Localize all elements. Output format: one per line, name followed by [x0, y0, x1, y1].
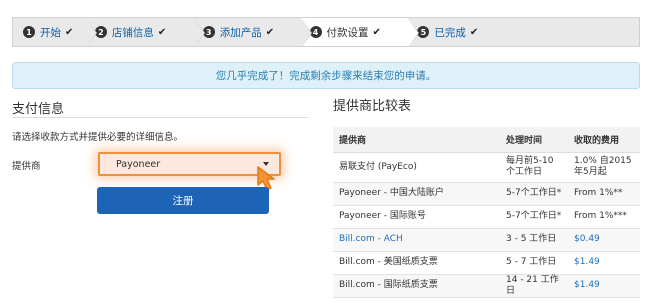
column-header: 收取的费用 — [568, 127, 640, 153]
table-row: Bill.com - ACH 3 - 5 工作日 $0.49 — [333, 228, 640, 252]
checkmark-icon: ✔ — [372, 26, 381, 38]
fee-cell: $1.49 — [568, 274, 640, 298]
time-cell: 5-7个工作日* — [500, 205, 568, 229]
step-add-product[interactable]: 3 添加产品 ✔ — [193, 18, 312, 46]
progress-steps: 1 开始 ✔ 2 店铺信息 ✔ 3 添加产品 ✔ 4 付款设置 ✔ 5 已完成 … — [12, 17, 640, 47]
step-label: 店铺信息 — [111, 26, 154, 39]
step-completed[interactable]: 5 已完成 ✔ — [407, 18, 639, 46]
time-cell: 5-7个工作日* — [500, 182, 568, 206]
register-button[interactable]: 注册 — [97, 187, 269, 214]
column-header: 处理时间 — [500, 127, 568, 153]
table-row: Bill.com - 美国纸质支票 5 - 7 工作日 $1.49 — [333, 251, 640, 275]
fee-cell: From 1%*** — [568, 205, 640, 229]
provider-cell: Payoneer - 中国大陆账户 — [333, 182, 500, 206]
provider-cell: Payoneer - 国际账号 — [333, 205, 500, 229]
step-label: 已完成 — [434, 26, 466, 39]
table-row: 易联支付 (PayEco) 每月前5-10个工作日 1.0% 自2015年5月起 — [333, 152, 640, 183]
time-cell: 3 - 5 工作日 — [500, 228, 568, 252]
step-shop-info[interactable]: 2 店铺信息 ✔ — [85, 18, 205, 46]
provider-cell: Bill.com - 美国纸质支票 — [333, 251, 500, 275]
checkmark-icon: ✔ — [469, 26, 479, 38]
table-row: Payoneer - 国际账号 5-7个工作日* From 1%*** — [333, 205, 640, 229]
provider-label: 提供商 — [12, 161, 41, 172]
step-label: 添加产品 — [219, 26, 262, 39]
provider-cell: Bill.com - 国际纸质支票 — [333, 274, 500, 298]
step-start[interactable]: 1 开始 ✔ — [13, 18, 97, 46]
fee-cell: From 1%** — [568, 182, 640, 206]
fee-cell: 1.0% 自2015年5月起 — [568, 152, 640, 183]
column-header: 提供商 — [333, 127, 500, 153]
time-cell: 14 - 21 工作日 — [500, 274, 568, 298]
table-row: Payoneer - 中国大陆账户 5-7个工作日* From 1%** — [333, 182, 640, 206]
provider-select-value: Payoneer — [116, 158, 161, 170]
payment-instructions: 请选择收款方式并提供必要的详细信息。 — [12, 132, 184, 143]
provider-comparison-table: 提供商 处理时间 收取的费用 易联支付 (PayEco) 每月前5-10个工作日… — [333, 127, 640, 298]
comparison-title: 提供商比较表 — [333, 99, 412, 114]
fee-cell: $1.49 — [568, 251, 640, 275]
step-label: 付款设置 — [326, 26, 369, 39]
info-alert: 您几乎完成了！完成剩余步骤来结束您的申请。 — [12, 62, 640, 89]
step-label: 开始 — [40, 26, 61, 39]
provider-cell: 易联支付 (PayEco) — [333, 152, 500, 183]
step-number: 1 — [23, 26, 35, 38]
time-cell: 每月前5-10个工作日 — [500, 152, 568, 183]
payment-info-title: 支付信息 — [12, 102, 65, 117]
table-row: Bill.com - 国际纸质支票 14 - 21 工作日 $1.49 — [333, 274, 640, 298]
checkmark-icon: ✔ — [265, 26, 275, 38]
time-cell: 5 - 7 工作日 — [500, 251, 568, 275]
fee-cell: $0.49 — [568, 228, 640, 252]
divider — [12, 117, 308, 118]
checkmark-icon: ✔ — [65, 26, 74, 38]
checkmark-icon: ✔ — [157, 26, 167, 38]
step-payment-settings[interactable]: 4 付款设置 ✔ — [299, 18, 420, 46]
provider-link[interactable]: Bill.com - ACH — [333, 228, 500, 252]
